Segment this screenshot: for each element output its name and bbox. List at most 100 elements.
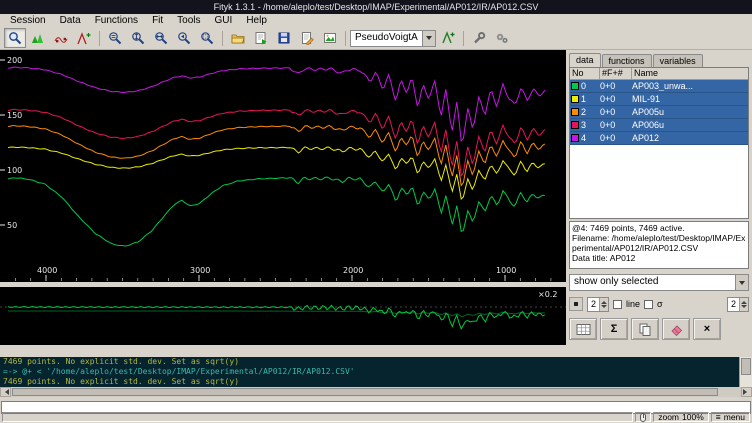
eraser-icon xyxy=(669,322,683,336)
scrollbar-thumb[interactable] xyxy=(12,388,718,396)
dataset-func-count: 0+0 xyxy=(600,133,632,143)
tab-variables[interactable]: variables xyxy=(653,54,703,67)
sigma-sum-icon: Σ xyxy=(611,323,618,335)
window-titlebar[interactable]: Fityk 1.3.1 - /home/aleplo/test/Desktop/… xyxy=(0,0,752,14)
dataset-func-count: 0+0 xyxy=(600,81,632,91)
line-checkbox[interactable] xyxy=(613,300,622,309)
point-size-spinner[interactable]: 2 xyxy=(587,297,609,312)
open-file-button[interactable] xyxy=(227,28,249,48)
zoom-mode-icon xyxy=(8,31,22,45)
sigma-checkbox[interactable] xyxy=(644,300,653,309)
zoom-indicator[interactable]: zoom 100% xyxy=(653,412,709,422)
zoom-vertical-button[interactable] xyxy=(127,28,149,48)
dataset-name: MIL-91 xyxy=(632,94,748,104)
zoom-value: 100% xyxy=(682,412,704,422)
function-type-dropdown[interactable]: PseudoVoigtA xyxy=(350,30,436,47)
toolbar: PseudoVoigtA xyxy=(0,27,752,50)
erase-data-button[interactable] xyxy=(662,318,690,340)
menu-label: menu xyxy=(724,412,745,422)
tab-data[interactable]: data xyxy=(569,53,601,67)
scroll-right-icon[interactable] xyxy=(741,387,752,397)
svg-text:2000: 2000 xyxy=(343,266,363,275)
menu-fit[interactable]: Fit xyxy=(145,14,170,27)
chevron-down-icon[interactable] xyxy=(422,31,435,46)
svg-text:1000: 1000 xyxy=(496,266,516,275)
delete-data-button[interactable]: × xyxy=(693,318,721,340)
svg-text:4000: 4000 xyxy=(37,266,57,275)
scroll-left-icon[interactable] xyxy=(0,387,11,397)
export-data-button[interactable] xyxy=(296,28,318,48)
dataset-row-3[interactable]: 3 0+0 AP006u xyxy=(570,119,748,132)
console-scrollbar[interactable] xyxy=(739,357,752,387)
aux-plot[interactable]: ×0.2 xyxy=(0,287,566,345)
baseline-mode-button[interactable] xyxy=(50,28,72,48)
zoom-vertical-icon xyxy=(131,31,145,45)
sigma-checkbox-label: σ xyxy=(657,299,663,309)
aux-scale-value: 2 xyxy=(728,298,739,311)
dataset-row-0[interactable]: 0 0+0 AP003_unwa... xyxy=(570,80,748,93)
scrollbar-thumb[interactable] xyxy=(741,358,751,375)
menu-help[interactable]: Help xyxy=(239,14,274,27)
show-filter-dropdown[interactable]: show only selected xyxy=(569,274,749,291)
copy-icon xyxy=(638,322,652,336)
fit-gears-button[interactable] xyxy=(491,28,513,48)
export-image-button[interactable] xyxy=(319,28,341,48)
chevron-down-icon[interactable] xyxy=(735,275,748,290)
execute-script-icon xyxy=(254,31,268,45)
fit-wrench-button[interactable] xyxy=(468,28,490,48)
zoom-select-button[interactable] xyxy=(196,28,218,48)
auto-add-peak-button[interactable] xyxy=(437,28,459,48)
wrench-icon xyxy=(472,31,486,45)
transform-data-button[interactable]: Σ xyxy=(600,318,628,340)
zoom-mode-button[interactable] xyxy=(4,28,26,48)
gears-icon xyxy=(495,31,509,45)
dataset-color-swatch xyxy=(571,95,579,103)
dataset-list[interactable]: No #F+# Name 0 0+0 AP003_unwa... 1 0+0 M… xyxy=(569,67,749,219)
export-data-icon xyxy=(300,31,314,45)
zoom-horizontal-icon xyxy=(154,31,168,45)
menu-data[interactable]: Data xyxy=(53,14,88,27)
point-icon xyxy=(574,302,578,306)
menu-session[interactable]: Session xyxy=(3,14,53,27)
dataset-row-4[interactable]: 4 0+0 AP012 xyxy=(570,132,748,145)
spinner-arrows[interactable] xyxy=(599,298,608,311)
aux-scale-spinner[interactable]: 2 xyxy=(727,297,749,312)
copy-data-button[interactable] xyxy=(631,318,659,340)
main-plot[interactable]: 200150100504000300020001000 xyxy=(0,50,566,282)
dataset-number: 0 xyxy=(581,81,586,91)
save-session-button[interactable] xyxy=(273,28,295,48)
execute-script-button[interactable] xyxy=(250,28,272,48)
add-peak-mode-button[interactable] xyxy=(73,28,95,48)
console-line: =-> @+ < '/home/aleplo/test/Desktop/IMAP… xyxy=(3,367,739,377)
close-icon: × xyxy=(704,323,710,335)
svg-text:200: 200 xyxy=(7,56,22,65)
zoom-horizontal-button[interactable] xyxy=(150,28,172,48)
column-header-no: No xyxy=(570,68,600,79)
zoom-all-button[interactable] xyxy=(104,28,126,48)
toolbar-separator xyxy=(222,31,223,46)
menu-tools[interactable]: Tools xyxy=(170,14,207,27)
menu-gui[interactable]: GUI xyxy=(208,14,240,27)
dataset-number: 1 xyxy=(581,94,586,104)
function-type-value: PseudoVoigtA xyxy=(351,31,422,46)
dataset-number: 3 xyxy=(581,120,586,130)
zoom-all-icon xyxy=(108,31,122,45)
sidebar: data functions variables No #F+# Name 0 … xyxy=(566,50,752,357)
menu-functions[interactable]: Functions xyxy=(88,14,145,27)
console-line: 7469 points. No explicit std. dev. Set a… xyxy=(3,377,739,387)
dataset-name: AP012 xyxy=(632,133,748,143)
data-range-mode-button[interactable] xyxy=(27,28,49,48)
horizontal-scrollbar[interactable] xyxy=(0,387,752,397)
zoom-previous-button[interactable] xyxy=(173,28,195,48)
dataset-name: AP003_unwa... xyxy=(632,81,748,91)
dataset-row-1[interactable]: 1 0+0 MIL-91 xyxy=(570,93,748,106)
edit-data-button[interactable] xyxy=(569,318,597,340)
dataset-row-2[interactable]: 2 0+0 AP005u xyxy=(570,106,748,119)
dataset-func-count: 0+0 xyxy=(600,120,632,130)
status-menu-button[interactable]: ≡ menu xyxy=(711,412,750,422)
zoom-select-icon xyxy=(200,31,214,45)
spinner-arrows[interactable] xyxy=(739,298,748,311)
point-style-button[interactable] xyxy=(569,297,583,311)
console-line: 7469 points. No explicit std. dev. Set a… xyxy=(3,357,739,367)
tab-functions[interactable]: functions xyxy=(602,54,652,67)
